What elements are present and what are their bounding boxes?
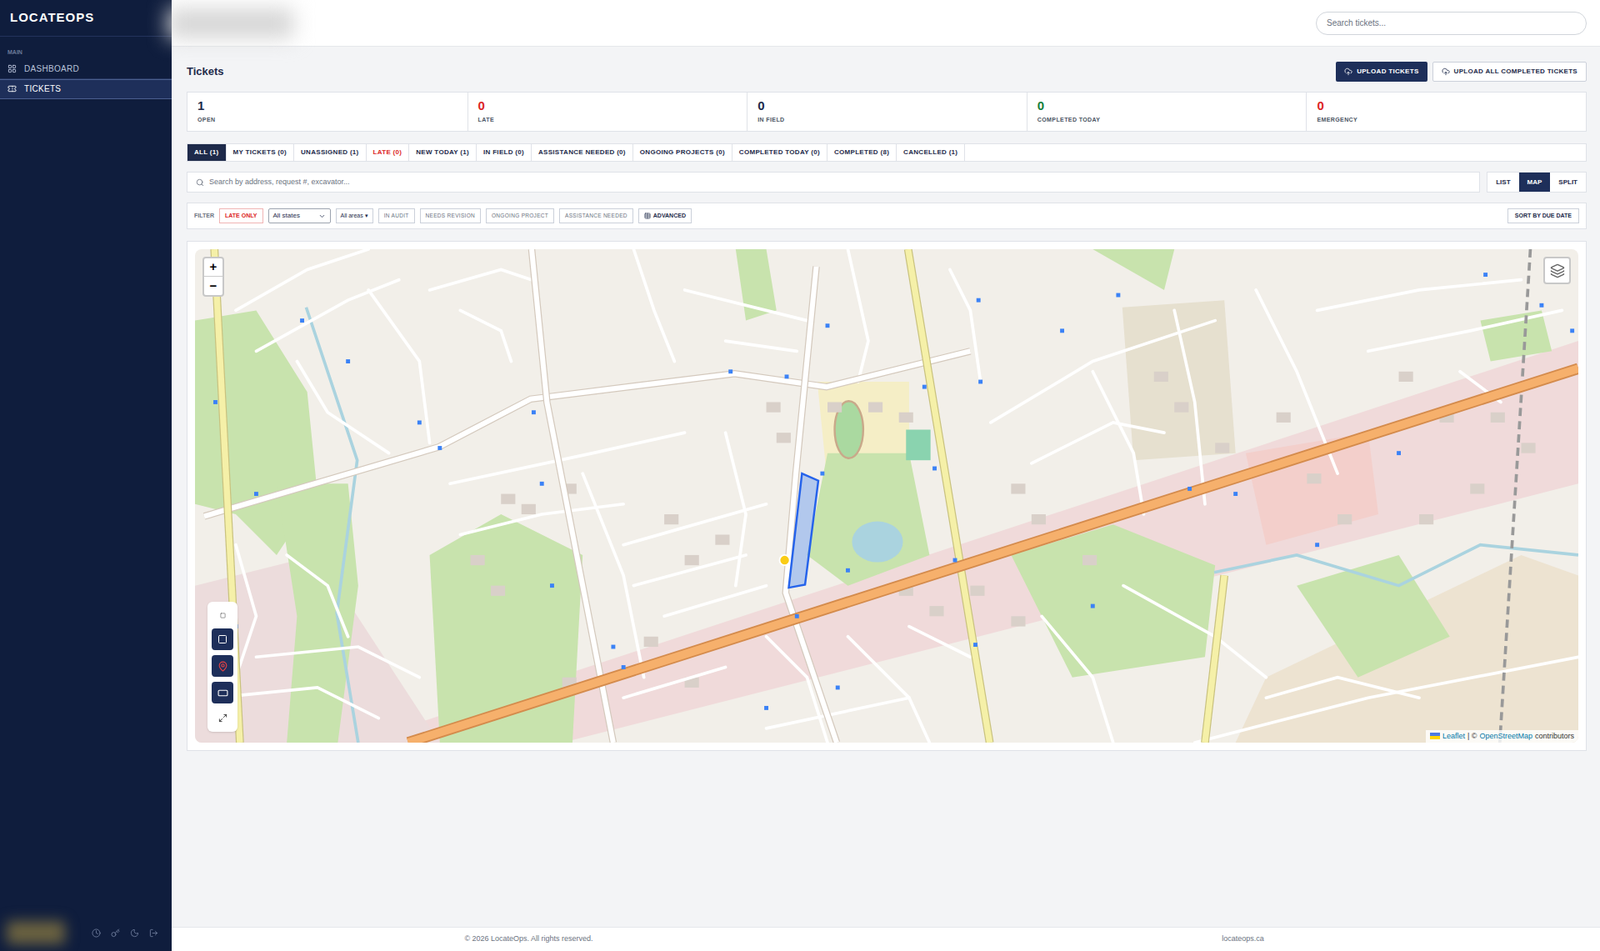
filter-chip[interactable]: ONGOING PROJECT	[485, 208, 555, 224]
upload-button[interactable]: UPLOAD TICKETS	[1335, 61, 1427, 82]
ukraine-flag-icon	[1430, 732, 1440, 740]
logout-icon[interactable]	[149, 928, 159, 938]
filter-chip[interactable]: IN AUDIT	[378, 208, 415, 224]
area-select[interactable]: All areas ▾	[335, 208, 374, 224]
advanced-button[interactable]: ADVANCED	[638, 208, 692, 224]
draw-square-tool[interactable]	[211, 628, 234, 650]
moon-icon[interactable]	[130, 928, 140, 938]
toolbar-toggle[interactable]	[212, 606, 233, 624]
stat-card[interactable]: 0LATE	[467, 92, 748, 131]
map-card: +− Leaflet| ©OpenStreetMapcontributors	[186, 240, 1587, 751]
filter-chip[interactable]: ASSISTANCE NEEDED	[559, 208, 634, 224]
sort-button[interactable]: SORT BY DUE DATE	[1507, 208, 1580, 224]
filter-bar: FILTER LATE ONLYAll statesAll areas ▾IN A…	[186, 202, 1587, 230]
stat-card[interactable]: 0IN FIELD	[746, 92, 1027, 131]
rectangle-icon	[217, 687, 229, 699]
sidebar-section-label: MAIN	[0, 36, 172, 60]
map-attribution: Leaflet| ©OpenStreetMapcontributors	[1425, 730, 1579, 744]
stat-card[interactable]: 0COMPLETED TODAY	[1026, 92, 1307, 131]
square-icon	[217, 634, 228, 645]
expand-icon	[218, 713, 228, 723]
tab-bar: ALL (1)MY TICKETS (0)UNASSIGNED (1)LATE …	[186, 143, 1587, 162]
sidebar-item[interactable]: TICKETS	[0, 79, 172, 100]
table-icon	[644, 212, 651, 220]
user-bar	[0, 914, 172, 951]
title-row: Tickets UPLOAD TICKETSUPLOAD ALL COMPLETE…	[186, 61, 1587, 82]
stat-card[interactable]: 1OPEN	[187, 92, 468, 131]
square-icon	[220, 612, 226, 619]
global-search[interactable]: Search tickets...	[1315, 11, 1587, 35]
filter-chip[interactable]: NEEDS REVISION	[420, 208, 481, 224]
footer: © 2026 LocateOps. All rights reserved.lo…	[171, 926, 1600, 951]
upload-icon	[1441, 67, 1450, 76]
view-toggle: LISTMAPSPLIT	[1486, 171, 1587, 193]
tab[interactable]: COMPLETED TODAY (0)	[732, 144, 828, 161]
stat-card[interactable]: 0EMERGENCY	[1305, 92, 1586, 131]
view-option[interactable]: SPLIT	[1550, 172, 1586, 192]
tab[interactable]: ASSISTANCE NEEDED (0)	[531, 144, 634, 161]
tab[interactable]: LATE (0)	[366, 144, 410, 161]
page-title: Tickets	[186, 63, 225, 80]
layers-icon	[1550, 263, 1565, 279]
logo[interactable]: LOCATEOPS	[10, 8, 95, 28]
filter-label: FILTER	[194, 211, 215, 221]
site-link[interactable]: locateops.ca	[885, 933, 1600, 945]
ticket-marker[interactable]	[779, 555, 790, 565]
stats-row: 1OPEN0LATE0IN FIELD0COMPLETED TODAY0EMER…	[186, 91, 1587, 132]
logo-bar: LOCATEOPS	[0, 0, 172, 37]
sidebar-nav: DASHBOARDTICKETS	[0, 59, 172, 100]
search-icon	[195, 178, 205, 187]
copyright: © 2026 LocateOps. All rights reserved.	[171, 933, 886, 945]
sidebar: LOCATEOPS MAINDASHBOARDTICKETS	[0, 0, 172, 951]
search-row: Search by address, request #, excavator.…	[186, 171, 1587, 193]
page-heading-redacted	[168, 8, 294, 39]
draw-rectangle-tool[interactable]	[211, 681, 234, 704]
view-option[interactable]: LIST	[1487, 172, 1519, 192]
sidebar-item-icon	[7, 64, 17, 74]
state-select[interactable]: All states	[268, 208, 331, 224]
tab[interactable]: ALL (1)	[187, 144, 227, 161]
app: LOCATEOPSMAINDASHBOARDTICKETSSearch tick…	[0, 0, 1600, 951]
tab[interactable]: IN FIELD (0)	[476, 144, 532, 161]
tab[interactable]: UNASSIGNED (1)	[294, 144, 367, 161]
expand-tool[interactable]	[212, 708, 233, 727]
sidebar-item[interactable]: DASHBOARD	[0, 59, 172, 80]
tab[interactable]: NEW TODAY (1)	[409, 144, 477, 161]
draw-toolbar	[207, 601, 238, 732]
pin-icon	[217, 660, 229, 672]
content: Tickets UPLOAD TICKETSUPLOAD ALL COMPLETE…	[171, 46, 1600, 751]
tab[interactable]: CANCELLED (1)	[896, 144, 965, 161]
zoom-in-button[interactable]: +	[204, 258, 223, 277]
top-bar: Search tickets...	[171, 0, 1600, 47]
ticket-search[interactable]: Search by address, request #, excavator.…	[186, 171, 1480, 193]
leaflet-link[interactable]: Leaflet	[1442, 730, 1465, 743]
view-option[interactable]: MAP	[1519, 172, 1551, 192]
chevron-icon	[318, 212, 326, 220]
main: Search tickets... Tickets UPLOAD TICKETSUP…	[171, 0, 1600, 951]
ticket-area[interactable]	[788, 473, 819, 588]
osm-link[interactable]: OpenStreetMap	[1479, 730, 1533, 743]
tab[interactable]: COMPLETED (8)	[827, 144, 897, 161]
upload-icon	[1344, 67, 1353, 76]
upload-button[interactable]: UPLOAD ALL COMPLETED TICKETS	[1432, 61, 1587, 82]
layers-control[interactable]	[1543, 256, 1571, 285]
user-avatar-redacted	[6, 920, 65, 945]
late-only-chip[interactable]: LATE ONLY	[219, 208, 264, 224]
map-tiles[interactable]	[195, 249, 1579, 743]
tab[interactable]: MY TICKETS (0)	[226, 144, 295, 161]
key-icon[interactable]	[110, 928, 120, 938]
zoom-out-button[interactable]: −	[204, 276, 223, 295]
history-icon[interactable]	[91, 928, 101, 938]
tab[interactable]: ONGOING PROJECTS (0)	[633, 144, 733, 161]
zoom-control: +−	[202, 256, 225, 297]
sidebar-item-icon	[7, 84, 17, 94]
map[interactable]: +− Leaflet| ©OpenStreetMapcontributors	[195, 249, 1579, 743]
place-pin-tool[interactable]	[211, 655, 234, 677]
